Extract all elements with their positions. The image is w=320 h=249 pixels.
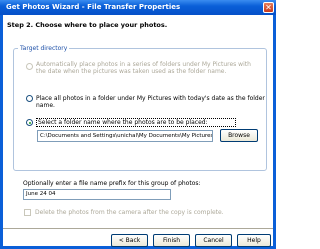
folder-path-input[interactable]: C:\Documents and Settings\unichal\My Doc…: [37, 130, 213, 142]
finish-button[interactable]: Finish: [153, 234, 190, 247]
option-series-label: Automatically place photos in a series o…: [36, 61, 251, 75]
back-button[interactable]: < Back: [111, 234, 148, 247]
delete-checkbox[interactable]: [24, 209, 31, 216]
browse-button[interactable]: Browse: [220, 129, 258, 142]
window-title: Get Photos Wizard - File Transfer Proper…: [6, 3, 181, 11]
help-button[interactable]: Help: [237, 234, 271, 247]
prefix-label: Optionally enter a file name prefix for …: [23, 180, 201, 187]
option-select-label: Select a folder name where the photos ar…: [36, 118, 236, 127]
radio-series[interactable]: [26, 63, 33, 70]
footer-divider: [3, 228, 273, 229]
delete-option-label: Delete the photos from the camera after …: [35, 209, 224, 216]
title-bar: Get Photos Wizard - File Transfer Proper…: [0, 0, 276, 15]
step-heading: Step 2. Choose where to place your photo…: [7, 21, 168, 29]
prefix-input[interactable]: June 24 04: [23, 189, 171, 200]
wizard-window: Get Photos Wizard - File Transfer Proper…: [0, 0, 276, 249]
radio-select-folder[interactable]: [26, 119, 33, 126]
cancel-button[interactable]: Cancel: [195, 234, 232, 247]
target-directory-label: Target directory: [18, 45, 70, 52]
radio-date-folder[interactable]: [26, 95, 33, 102]
close-button[interactable]: ✕: [263, 2, 274, 13]
option-date-label: Place all photos in a folder under My Pi…: [36, 95, 265, 109]
